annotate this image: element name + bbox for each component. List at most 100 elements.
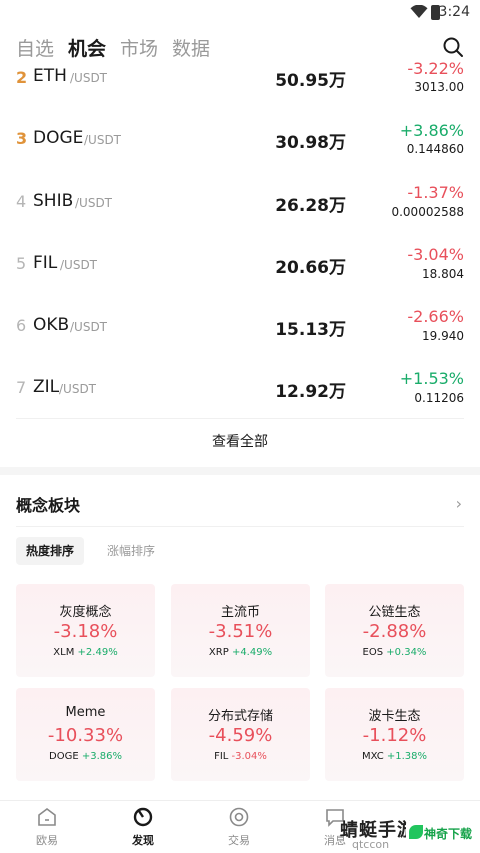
quote-currency: /USDT [59, 382, 97, 396]
quote-currency: /USDT [70, 320, 108, 334]
concept-name: 公链生态 [368, 605, 421, 620]
sort-by-gain-tab[interactable]: 涨幅排序 [97, 537, 165, 565]
change: -3.04% [407, 245, 464, 264]
lead-coin: EOS +0.34% [325, 647, 464, 658]
list-item[interactable]: 6 OKB /USDT 15.13万 -2.66% 19.940 [0, 307, 480, 372]
lead-symbol: XRP [208, 647, 229, 658]
concept-card[interactable]: 分布式存储 -4.59% FIL -3.04% [171, 688, 310, 781]
quote-currency: /USDT [84, 133, 122, 147]
lead-coin: MXC +1.38% [325, 751, 464, 762]
volume: 26.28万 [275, 196, 346, 216]
quote-currency: /USDT [60, 258, 98, 272]
coin-symbol: DOGE [33, 128, 84, 148]
list-item[interactable]: 4 SHIB /USDT 26.28万 -1.37% 0.00002588 [0, 183, 480, 248]
price: 0.144860 [406, 142, 464, 156]
change: +3.86% [399, 121, 464, 140]
volume: 50.95万 [275, 71, 346, 91]
list-item[interactable]: 5 FIL /USDT 20.66万 -3.04% 18.804 [0, 245, 480, 310]
concept-name: Meme [65, 705, 106, 720]
concept-card[interactable]: 波卡生态 -1.12% MXC +1.38% [325, 688, 464, 781]
view-all-button[interactable]: 查看全部 [16, 418, 464, 464]
rank: 6 [16, 316, 27, 335]
leaf-icon [409, 825, 423, 839]
price: 3013.00 [414, 80, 464, 94]
status-bar: 3:24 [0, 0, 480, 26]
lead-change: -3.04% [231, 751, 267, 762]
bottom-nav-label: 欧易 [36, 834, 58, 847]
price: 19.940 [422, 329, 464, 343]
rank: 3 [16, 129, 28, 148]
concept-change: -4.59% [208, 725, 273, 746]
coin-symbol: ETH [33, 66, 67, 86]
concept-change: -10.33% [47, 725, 124, 746]
lead-coin: DOGE +3.86% [16, 751, 155, 762]
coin-symbol: ZIL [33, 377, 60, 397]
quote-currency: /USDT [75, 196, 113, 210]
concept-name: 分布式存储 [207, 709, 273, 724]
price: 0.00002588 [391, 205, 464, 219]
chevron-right-icon[interactable]: › [456, 494, 462, 513]
discover-icon [133, 807, 153, 827]
tab-watchlist[interactable]: 自选 [16, 34, 54, 61]
concept-card[interactable]: 主流币 -3.51% XRP +4.49% [171, 584, 310, 677]
bottom-nav-home[interactable]: 欧易 [17, 807, 77, 848]
lead-change: +4.49% [231, 647, 273, 658]
bottom-nav-label: 交易 [228, 834, 250, 847]
bottom-nav-trade[interactable]: 交易 [209, 807, 269, 848]
change: +1.53% [399, 369, 464, 388]
lead-coin: XLM +2.49% [16, 647, 155, 658]
sort-by-popularity-tab[interactable]: 热度排序 [16, 537, 85, 565]
lead-change: +0.34% [386, 647, 427, 658]
rank: 4 [16, 192, 27, 211]
watermark-badge: 神奇下载 [406, 820, 476, 846]
concept-change: -2.88% [362, 621, 427, 642]
tab-opportunities[interactable]: 机会 [68, 34, 106, 61]
volume: 15.13万 [275, 320, 346, 340]
list-item[interactable]: 3 DOGE /USDT 30.98万 +3.86% 0.144860 [0, 121, 480, 186]
bottom-nav-label: 发现 [132, 834, 154, 847]
volume: 20.66万 [275, 258, 346, 278]
lead-change: +2.49% [77, 647, 118, 658]
concept-card[interactable]: 灰度概念 -3.18% XLM +2.49% [16, 584, 155, 677]
price: 18.804 [422, 267, 464, 281]
home-icon [38, 808, 56, 826]
volume: 12.92万 [275, 382, 346, 402]
concept-change: -3.51% [208, 621, 273, 642]
lead-symbol: XLM [53, 647, 75, 658]
bottom-nav-discover[interactable]: 发现 [113, 807, 173, 848]
wifi-icon [410, 5, 428, 18]
rank: 7 [16, 378, 27, 397]
lead-coin: FIL -3.04% [171, 751, 310, 762]
concept-card[interactable]: 公链生态 -2.88% EOS +0.34% [325, 584, 464, 677]
watermark-badge-label: 神奇下载 [424, 827, 473, 841]
concept-name: 主流币 [220, 605, 260, 620]
section-divider [0, 467, 480, 475]
lead-symbol: MXC [361, 751, 384, 762]
section-title: 概念板块 [16, 496, 81, 515]
concept-name: 波卡生态 [368, 709, 421, 724]
concept-name: 灰度概念 [59, 605, 112, 620]
tab-market[interactable]: 市场 [120, 34, 158, 61]
list-item[interactable]: 2 ETH /USDT 50.95万 -3.22% 3013.00 [0, 59, 480, 124]
lead-coin: XRP +4.49% [171, 647, 310, 658]
lead-symbol: DOGE [49, 751, 79, 762]
quote-currency: /USDT [70, 71, 108, 85]
concept-card[interactable]: Meme -10.33% DOGE +3.86% [16, 688, 155, 781]
rank: 5 [16, 254, 27, 273]
concept-change: -3.18% [53, 621, 118, 642]
divider [16, 526, 464, 527]
price: 0.11206 [414, 391, 464, 405]
change: -2.66% [407, 307, 464, 326]
lead-change: +1.38% [386, 751, 428, 762]
volume: 30.98万 [275, 133, 346, 153]
change: -1.37% [407, 183, 464, 202]
watermark-url: qtccon [352, 838, 390, 851]
concept-change: -1.12% [362, 725, 427, 746]
search-icon[interactable] [442, 36, 464, 58]
coin-symbol: FIL [33, 253, 58, 273]
coin-symbol: OKB [33, 315, 70, 335]
trade-icon [229, 807, 249, 827]
lead-symbol: EOS [362, 647, 384, 658]
change: -3.22% [407, 59, 464, 78]
tab-data[interactable]: 数据 [172, 34, 210, 61]
